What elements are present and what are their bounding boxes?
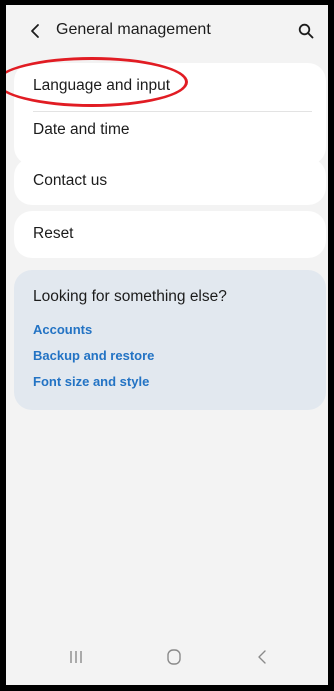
reset-card[interactable]: Reset [14, 211, 326, 258]
divider [33, 111, 312, 112]
system-navigation-bar [6, 637, 328, 685]
link-font-size-and-style[interactable]: Font size and style [33, 374, 149, 389]
suggestions-title: Looking for something else? [33, 288, 227, 305]
page-title: General management [56, 21, 211, 38]
chevron-left-icon[interactable] [28, 23, 42, 39]
back-icon[interactable] [256, 649, 268, 665]
menu-item-reset[interactable]: Reset [33, 225, 74, 243]
menu-item-language-and-input[interactable]: Language and input [33, 77, 170, 95]
link-accounts[interactable]: Accounts [33, 322, 92, 337]
contact-us-card[interactable]: Contact us [14, 158, 326, 205]
suggestions-card: Looking for something else? Accounts Bac… [14, 270, 326, 410]
settings-group-card: Language and input Date and time [14, 63, 326, 165]
recents-icon[interactable] [66, 649, 86, 665]
home-icon[interactable] [166, 648, 182, 666]
search-icon[interactable] [298, 23, 314, 39]
app-header: General management [6, 5, 328, 57]
phone-screen: General management Language and input Da… [6, 5, 328, 685]
link-backup-and-restore[interactable]: Backup and restore [33, 348, 154, 363]
menu-item-contact-us[interactable]: Contact us [33, 172, 107, 190]
menu-item-date-and-time[interactable]: Date and time [33, 121, 130, 139]
